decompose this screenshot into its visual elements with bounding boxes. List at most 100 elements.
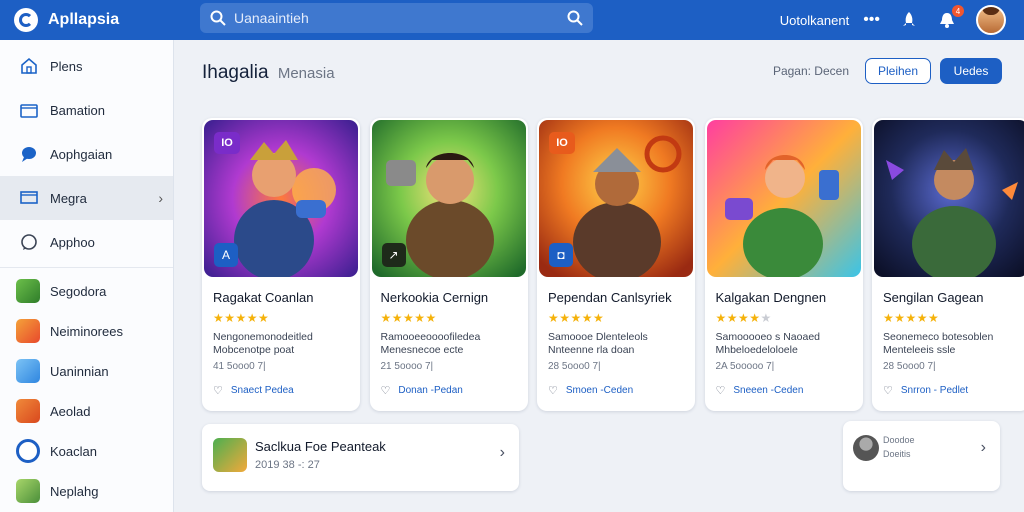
rating-stars: ★★★★★ <box>548 311 605 325</box>
game-meta: 28 5ooo0 7| <box>883 361 936 372</box>
game-artwork: IO A <box>204 120 358 277</box>
avatar <box>853 435 879 461</box>
home-icon <box>18 56 40 76</box>
more-icon[interactable]: ••• <box>863 11 880 29</box>
page-subtitle: Menasia <box>277 65 335 82</box>
monitor-icon <box>18 188 40 208</box>
sidebar-app-neplahg[interactable]: Neplahg <box>0 471 173 511</box>
platform-icon: A <box>214 243 238 267</box>
heart-icon[interactable]: ♡ <box>381 384 391 397</box>
sidebar-item-label: Megra <box>50 190 87 206</box>
sidebar-item-aophgaian[interactable]: Aophgaian <box>0 132 173 176</box>
chevron-right-icon: › <box>158 190 163 206</box>
card-link[interactable]: ♡ Snrron - Pedlet <box>883 384 968 397</box>
primary-button[interactable]: Uedes <box>940 58 1002 84</box>
sidebar-app-label: Aeolad <box>50 403 91 419</box>
sidebar-divider <box>0 267 173 268</box>
app-thumbnail <box>16 479 40 503</box>
header-actions: Pagan: Decen Pleihen Uedes <box>773 58 1002 84</box>
page-title-text: Ihagalia <box>202 62 269 83</box>
top-bar: Apllapsia Uotolkanent ••• 4 <box>0 0 1024 40</box>
brand[interactable]: Apllapsia <box>0 8 174 32</box>
card-link-label: Smoen -Ceden <box>565 385 634 396</box>
platform-icon: ◘ <box>549 243 573 267</box>
rating-stars: ★★★★★ <box>715 311 772 325</box>
heart-icon[interactable]: ♡ <box>213 384 223 397</box>
sidebar-item-bamation[interactable]: Bamation <box>0 88 173 132</box>
sidebar-app-label: Neiminorees <box>50 323 123 339</box>
game-meta: 2A 5ooooo 7| <box>715 361 775 372</box>
game-card-grid: IO A Ragakat Coanlan ★★★★★ Nengonemonode… <box>202 118 1024 411</box>
heart-icon[interactable]: ♡ <box>716 384 726 397</box>
game-description: Samooooeo s Naoaed Mhbeloedeloloele <box>715 331 821 356</box>
game-card[interactable]: Kalgakan Dengnen ★★★★★ Samooooeo s Naoae… <box>704 118 863 411</box>
game-artwork <box>706 120 861 277</box>
card-link[interactable]: ♡ Smoen -Ceden <box>548 384 633 397</box>
featured-thumbnail <box>213 438 247 472</box>
sidebar-app-koaclan[interactable]: Koaclan <box>0 431 173 471</box>
card-link[interactable]: ♡ Sneeen -Ceden <box>716 384 804 397</box>
search-submit-icon[interactable] <box>567 10 583 26</box>
game-badge: IO <box>549 132 575 154</box>
game-description: Seonemeco botesoblen Menteleeis ssle <box>883 331 994 356</box>
game-artwork <box>874 120 1024 277</box>
sidebar-item-label: Bamation <box>50 102 105 118</box>
game-title: Ragakat Coanlan <box>213 290 314 305</box>
sidebar-app-neiminorees[interactable]: Neiminorees <box>0 311 173 351</box>
sidebar-item-megra[interactable]: Megra › <box>0 176 173 220</box>
heart-icon[interactable]: ♡ <box>548 384 558 397</box>
card-link-label: Donan -Pedan <box>398 385 463 396</box>
game-meta: 21 5oooo 7| <box>380 361 434 372</box>
game-artwork: IO ◘ <box>539 120 693 277</box>
sidebar-app-label: Neplahg <box>50 483 99 499</box>
user-avatar[interactable] <box>976 5 1006 35</box>
featured-game-card[interactable]: Saclkua Foe Peanteak 2019 38 -: 27 › <box>202 424 519 491</box>
page-title: Ihagalia Menasia <box>202 62 335 84</box>
search-input[interactable] <box>234 10 567 26</box>
chevron-right-icon[interactable]: › <box>981 439 986 457</box>
featured-title: Saclkua Foe Peanteak <box>255 439 386 454</box>
sidebar-app-aeolad[interactable]: Aeolad <box>0 391 173 431</box>
game-card[interactable]: IO ◘ Pependan Canlsyriek ★★★★★ Samoooe D… <box>537 118 695 411</box>
sidebar-item-plens[interactable]: Plens <box>0 44 173 88</box>
notification-badge: 4 <box>952 5 964 17</box>
sidebar: Plens Bamation Aophgaian Megra › Apphoo … <box>0 40 174 512</box>
sidebar-app-segodora[interactable]: Segodora <box>0 271 173 311</box>
game-card[interactable]: IO A Ragakat Coanlan ★★★★★ Nengonemonode… <box>202 118 360 411</box>
mini-profile-card[interactable]: Doodoe Doeitis › <box>843 421 1000 491</box>
game-meta: 28 5ooo0 7| <box>548 361 601 372</box>
rocket-icon[interactable] <box>900 11 918 29</box>
card-link[interactable]: ♡ Donan -Pedan <box>381 384 463 397</box>
game-card[interactable]: Sengilan Gagean ★★★★★ Seonemeco botesobl… <box>872 118 1024 411</box>
chevron-right-icon[interactable]: › <box>500 444 505 462</box>
mini-card-line: Doeitis <box>883 449 911 459</box>
search-icon <box>210 10 226 26</box>
app-thumbnail <box>16 319 40 343</box>
rating-stars: ★★★★★ <box>883 311 940 325</box>
notification-bell-icon[interactable]: 4 <box>938 5 964 29</box>
game-card[interactable]: ↗ Nerkookia Cernign ★★★★★ Ramooeeoooofil… <box>369 118 528 411</box>
secondary-button[interactable]: Pleihen <box>865 58 931 84</box>
game-title: Kalgakan Dengnen <box>715 290 827 305</box>
brand-name: Apllapsia <box>48 11 120 28</box>
game-meta: 41 5ooo0 7| <box>213 361 266 372</box>
card-link-label: Snrron - Pedlet <box>900 385 969 396</box>
card-link[interactable]: ♡ Snaect Pedea <box>213 384 294 397</box>
sidebar-app-label: Koaclan <box>50 443 97 459</box>
folder-icon <box>18 100 40 120</box>
game-title: Sengilan Gagean <box>883 290 984 305</box>
app-thumbnail <box>16 359 40 383</box>
app-thumbnail <box>16 279 40 303</box>
heart-icon[interactable]: ♡ <box>883 384 893 397</box>
card-link-label: Snaect Pedea <box>230 385 294 396</box>
card-link-label: Sneeen -Ceden <box>733 385 804 396</box>
search-bar[interactable] <box>200 3 593 33</box>
sidebar-app-uaninnian[interactable]: Uaninnian <box>0 351 173 391</box>
sidebar-app-label: Uaninnian <box>50 363 109 379</box>
game-description: Samoooe Dlenteleols Nnteenne rla doan <box>548 331 648 356</box>
sidebar-item-apphoo[interactable]: Apphoo <box>0 220 173 264</box>
game-title: Nerkookia Cernign <box>380 290 489 305</box>
app-thumbnail <box>16 399 40 423</box>
filter-label[interactable]: Pagan: Decen <box>773 64 849 78</box>
user-name[interactable]: Uotolkanent <box>780 13 849 28</box>
